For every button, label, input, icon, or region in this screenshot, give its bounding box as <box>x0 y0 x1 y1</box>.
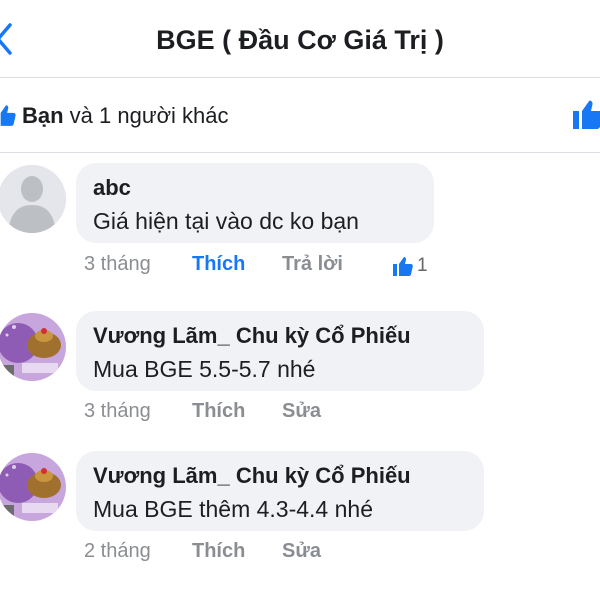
page-title: BGE ( Đầu Cơ Giá Trị ) <box>156 25 444 55</box>
likes-text: Bạn và 1 người khác <box>22 79 228 153</box>
thumbs-up-icon <box>0 105 16 126</box>
like-button[interactable]: Thích <box>192 250 245 278</box>
reaction-count: 1 <box>417 255 428 276</box>
edit-button[interactable]: Sửa <box>282 397 321 425</box>
comment-bubble[interactable]: Vương Lãm_ Chu kỳ Cổ Phiếu Mua BGE 5.5-5… <box>76 311 484 391</box>
comment-item: Vương Lãm_ Chu kỳ Cổ Phiếu Mua BGE 5.5-5… <box>0 311 600 431</box>
comment-text: Mua BGE thêm 4.3-4.4 nhé <box>93 496 373 522</box>
comment-text: Mua BGE 5.5-5.7 nhé <box>93 356 316 382</box>
comment-time: 3 tháng <box>84 253 151 275</box>
likes-bold-name: Bạn <box>22 103 64 128</box>
comment-time: 2 tháng <box>84 540 151 562</box>
comment-item: Vương Lãm_ Chu kỳ Cổ Phiếu Mua BGE thêm … <box>0 451 600 571</box>
purple-profile-avatar-icon <box>0 313 66 381</box>
avatar[interactable] <box>0 313 66 381</box>
header-bar: BGE ( Đầu Cơ Giá Trị ) <box>0 0 600 78</box>
likes-summary[interactable]: Bạn và 1 người khác <box>0 79 600 153</box>
likes-rest-text: và 1 người khác <box>63 103 229 128</box>
reply-button[interactable]: Trả lời <box>282 250 343 278</box>
comment-time: 3 tháng <box>84 400 151 422</box>
comment-item: abc Giá hiện tại vào dc ko bạn 3 tháng T… <box>0 163 600 283</box>
thumbs-up-icon <box>393 257 413 276</box>
avatar[interactable] <box>0 453 66 521</box>
like-button[interactable]: Thích <box>192 397 245 425</box>
comment-author[interactable]: abc <box>93 175 131 201</box>
like-button[interactable]: Thích <box>192 537 245 565</box>
thumbs-up-icon[interactable] <box>570 96 600 132</box>
comment-bubble[interactable]: abc Giá hiện tại vào dc ko bạn <box>76 163 434 243</box>
comment-author[interactable]: Vương Lãm_ Chu kỳ Cổ Phiếu <box>93 323 411 349</box>
default-user-avatar-icon <box>0 165 66 233</box>
comment-author[interactable]: Vương Lãm_ Chu kỳ Cổ Phiếu <box>93 463 411 489</box>
edit-button[interactable]: Sửa <box>282 537 321 565</box>
avatar[interactable] <box>0 165 66 233</box>
comment-bubble[interactable]: Vương Lãm_ Chu kỳ Cổ Phiếu Mua BGE thêm … <box>76 451 484 531</box>
purple-profile-avatar-icon <box>0 453 66 521</box>
comment-text: Giá hiện tại vào dc ko bạn <box>93 208 359 234</box>
